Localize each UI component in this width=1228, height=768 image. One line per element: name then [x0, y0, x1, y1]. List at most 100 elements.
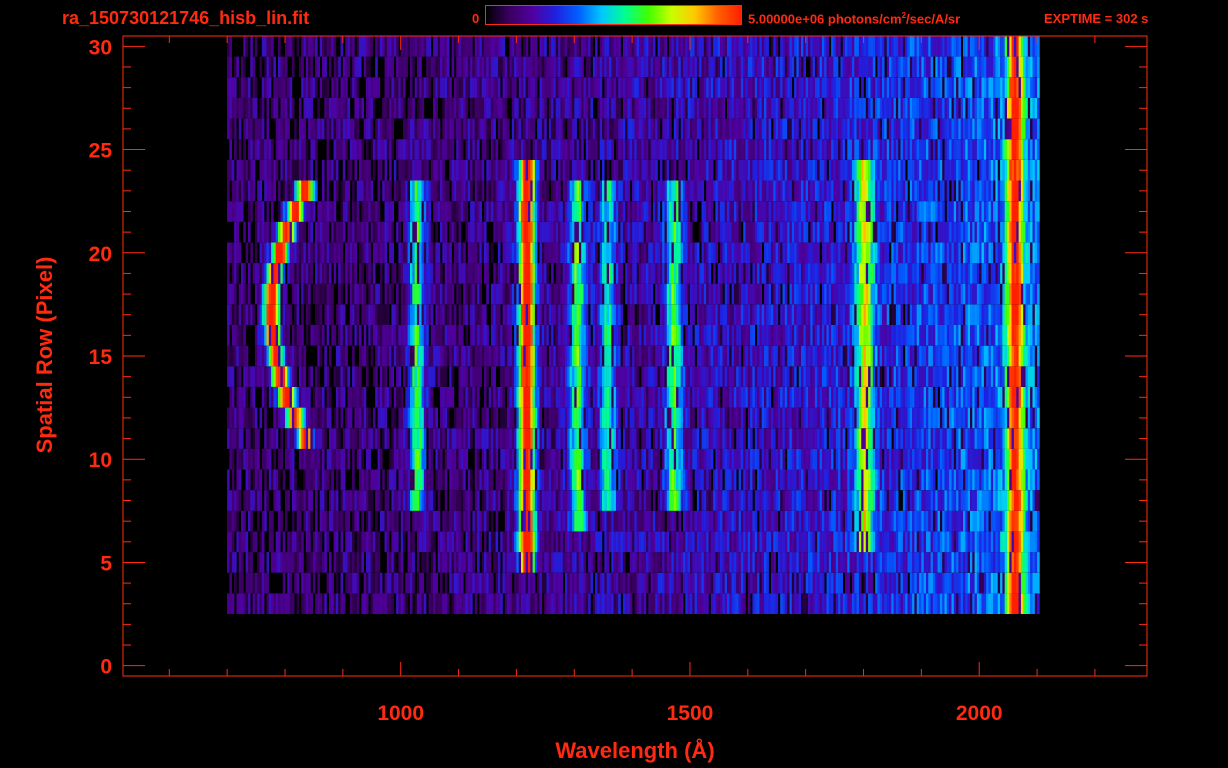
- heatmap-cell: [486, 593, 489, 614]
- heatmap-cell: [1018, 345, 1022, 367]
- heatmap-cell: [463, 283, 466, 305]
- heatmap-cell: [923, 593, 927, 614]
- heatmap-cell: [423, 510, 427, 532]
- heatmap-cell: [528, 531, 531, 553]
- heatmap-cell: [301, 552, 304, 573]
- heatmap-cell: [609, 387, 612, 408]
- heatmap-cell: [761, 510, 765, 532]
- heatmap-cell: [354, 593, 357, 614]
- heatmap-cell: [757, 448, 760, 470]
- heatmap-cell: [773, 510, 776, 532]
- heatmap-cell: [403, 510, 406, 532]
- heatmap-cell: [655, 345, 658, 367]
- heatmap-cell: [574, 448, 577, 470]
- heatmap-cell: [532, 428, 536, 449]
- heatmap-cell: [872, 510, 876, 532]
- heatmap-cell: [1034, 531, 1038, 553]
- heatmap-cell: [891, 366, 894, 387]
- heatmap-cell: [949, 428, 952, 449]
- heatmap-cell: [768, 448, 772, 470]
- heatmap-cell: [865, 572, 869, 594]
- heatmap-cell: [796, 531, 799, 553]
- heatmap-cell: [976, 325, 980, 346]
- heatmap-cell: [937, 366, 941, 387]
- heatmap-cell: [1037, 572, 1040, 594]
- heatmap-cell: [391, 428, 394, 449]
- heatmap-cell: [729, 531, 732, 553]
- heatmap-cell: [615, 572, 619, 594]
- heatmap-cell: [581, 366, 584, 387]
- heatmap-cell: [928, 428, 931, 449]
- heatmap-cell: [650, 531, 654, 553]
- heatmap-cell: [926, 448, 929, 470]
- heatmap-cell: [828, 345, 832, 367]
- heatmap-cell: [558, 366, 561, 387]
- heatmap-cell: [451, 428, 455, 449]
- heatmap-cell: [893, 428, 897, 449]
- heatmap-cell: [622, 510, 626, 532]
- heatmap-cell: [886, 428, 890, 449]
- heatmap-cell: [403, 531, 406, 553]
- heatmap-cell: [895, 593, 899, 614]
- heatmap-cell: [766, 510, 769, 532]
- heatmap-cell: [976, 490, 980, 511]
- heatmap-cell: [997, 593, 1001, 614]
- heatmap-cell: [731, 531, 735, 553]
- heatmap-cell: [683, 428, 686, 449]
- heatmap-cell: [870, 387, 874, 408]
- heatmap-cell: [851, 469, 855, 491]
- heatmap-cell: [477, 325, 480, 346]
- heatmap-cell: [289, 428, 293, 449]
- heatmap-cell: [530, 325, 533, 346]
- heatmap-cell: [706, 552, 709, 573]
- heatmap-cell: [717, 593, 721, 614]
- heatmap-cell: [951, 572, 955, 594]
- heatmap-cell: [460, 572, 464, 594]
- heatmap-cell: [669, 345, 672, 367]
- heatmap-cell: [902, 531, 906, 553]
- heatmap-cell: [504, 593, 508, 614]
- heatmap-cell: [384, 593, 388, 614]
- heatmap-cell: [590, 283, 594, 305]
- heatmap-cell: [965, 469, 968, 491]
- heatmap-cell: [694, 448, 698, 470]
- heatmap-cell: [935, 428, 938, 449]
- heatmap-cell: [696, 448, 700, 470]
- heatmap-cell: [928, 490, 931, 511]
- heatmap-cell: [565, 593, 568, 614]
- heatmap-cell: [669, 593, 672, 614]
- heatmap-cell: [932, 428, 936, 449]
- heatmap-cell: [784, 572, 788, 594]
- heatmap-cell: [856, 490, 860, 511]
- heatmap-cell: [861, 552, 864, 573]
- heatmap-cell: [926, 325, 929, 346]
- heatmap-cell: [842, 469, 846, 491]
- heatmap-cell: [359, 283, 362, 305]
- heatmap-cell: [1020, 345, 1024, 367]
- heatmap-cell: [902, 366, 906, 387]
- heatmap-cell: [588, 510, 591, 532]
- heatmap-cell: [391, 469, 394, 491]
- heatmap-cell: [939, 304, 943, 325]
- heatmap-cell: [342, 469, 346, 491]
- heatmap-cell: [356, 407, 360, 429]
- heatmap-cell: [868, 572, 871, 594]
- heatmap-cell: [361, 510, 364, 532]
- heatmap-cell: [317, 283, 320, 305]
- heatmap-cell: [405, 283, 408, 305]
- heatmap-cell: [250, 387, 253, 408]
- heatmap-cell: [942, 304, 945, 325]
- heatmap-cell: [683, 304, 686, 325]
- heatmap-cell: [990, 325, 994, 346]
- heatmap-cell: [875, 490, 878, 511]
- heatmap-cell: [319, 531, 323, 553]
- heatmap-cell: [310, 490, 313, 511]
- heatmap-cell: [590, 469, 594, 491]
- heatmap-cell: [858, 366, 862, 387]
- heatmap-cell: [761, 407, 765, 429]
- heatmap-cell: [856, 531, 860, 553]
- heatmap-cell: [298, 552, 302, 573]
- heatmap-cell: [731, 387, 735, 408]
- heatmap-cell: [747, 366, 751, 387]
- heatmap-cell: [976, 552, 980, 573]
